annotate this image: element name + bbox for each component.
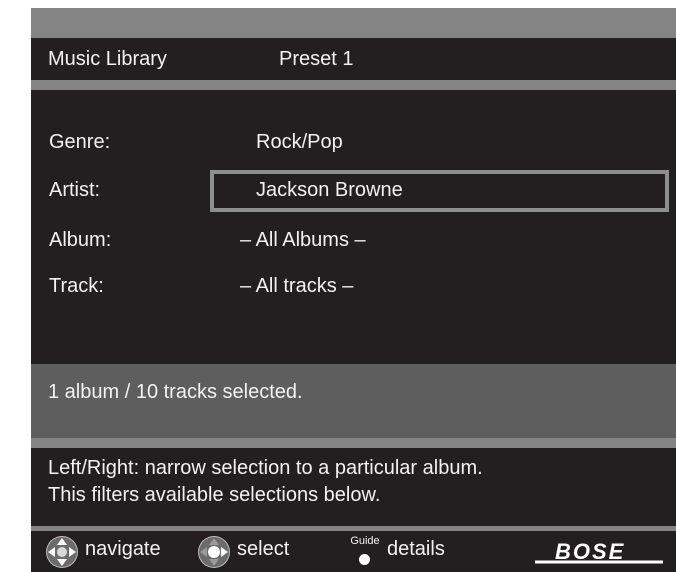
selection-status-bar: 1 album / 10 tracks selected. bbox=[31, 364, 676, 438]
artist-value[interactable]: Jackson Browne bbox=[256, 179, 403, 202]
guide-key-text: Guide bbox=[350, 535, 380, 547]
dpad-select-icon bbox=[198, 535, 230, 568]
genre-value[interactable]: Rock/Pop bbox=[256, 131, 343, 154]
hint-line-2: This filters available selections below. bbox=[48, 484, 381, 506]
track-label: Track: bbox=[49, 275, 104, 297]
bose-logo: BOSE bbox=[535, 539, 663, 564]
navigate-legend: navigate bbox=[45, 531, 161, 572]
navigate-label: navigate bbox=[85, 538, 161, 560]
brand-wordmark: BOSE bbox=[555, 539, 625, 564]
music-library-screen: Music Library Preset 1 Genre: Rock/Pop A… bbox=[31, 8, 676, 572]
header-bar: Music Library Preset 1 bbox=[31, 38, 676, 80]
help-hint-panel: Left/Right: narrow selection to a partic… bbox=[31, 448, 676, 526]
album-value[interactable]: – All Albums – bbox=[240, 229, 366, 252]
select-label: select bbox=[237, 538, 290, 560]
selection-status-text: 1 album / 10 tracks selected. bbox=[48, 381, 303, 403]
genre-label: Genre: bbox=[49, 131, 111, 153]
footer-legend: navigate select Guide details BOSE bbox=[31, 531, 676, 572]
preset-label: Preset 1 bbox=[279, 48, 354, 70]
select-legend: select bbox=[197, 531, 289, 572]
guide-key-icon: Guide bbox=[345, 533, 385, 571]
dpad-navigate-icon bbox=[46, 535, 78, 568]
details-label: details bbox=[387, 538, 445, 560]
artist-label: Artist: bbox=[49, 179, 101, 201]
hint-line-1: Left/Right: narrow selection to a partic… bbox=[48, 457, 483, 479]
album-label: Album: bbox=[49, 229, 112, 251]
page-title: Music Library bbox=[48, 48, 167, 70]
guide-dot-icon bbox=[359, 554, 370, 565]
selection-panel: Genre: Rock/Pop Artist: Jackson Browne A… bbox=[31, 90, 676, 364]
track-value[interactable]: – All tracks – bbox=[240, 275, 353, 298]
